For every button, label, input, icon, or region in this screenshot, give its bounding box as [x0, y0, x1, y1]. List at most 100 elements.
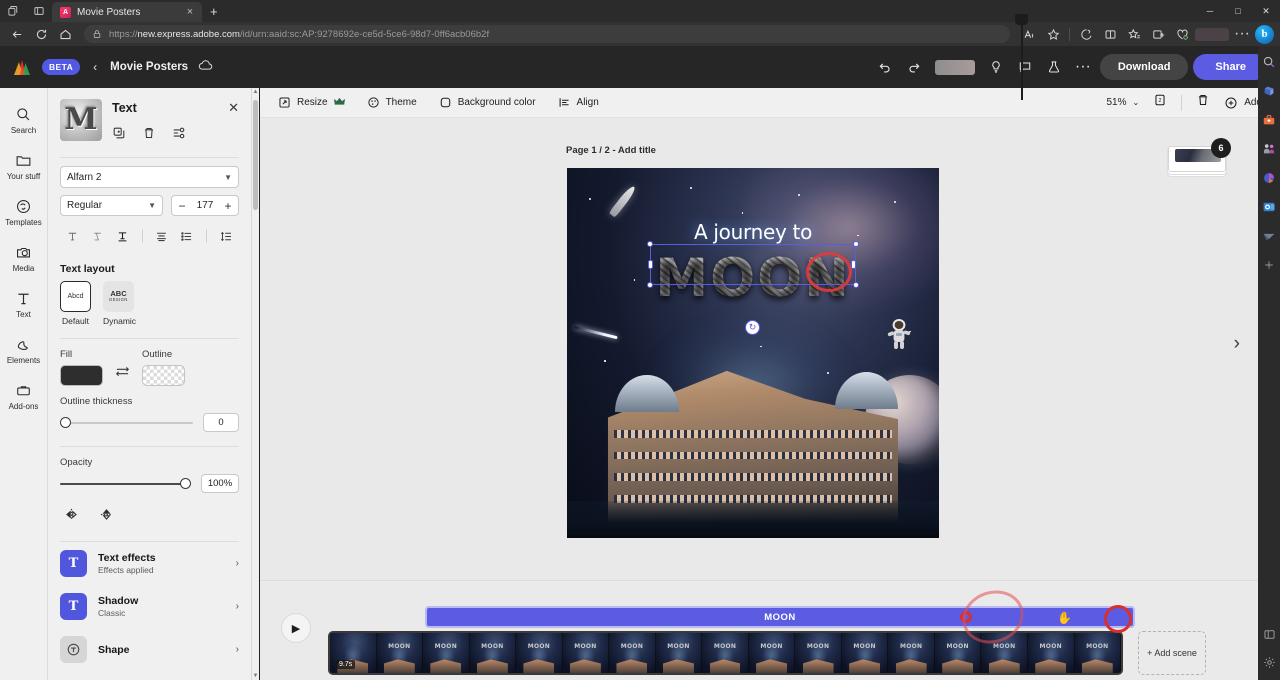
- filmstrip-frame[interactable]: MOON: [516, 633, 563, 673]
- charts-icon[interactable]: [1261, 170, 1277, 186]
- browser-essentials-icon[interactable]: [1147, 24, 1169, 44]
- new-tab-button[interactable]: +: [202, 2, 226, 22]
- font-family-select[interactable]: Alfarn 2 ▼: [60, 166, 239, 188]
- lightbulb-icon[interactable]: [984, 55, 1008, 79]
- games-icon[interactable]: [1261, 228, 1277, 244]
- play-button[interactable]: ▶: [281, 613, 311, 643]
- browser-tab[interactable]: A Movie Posters ×: [52, 2, 202, 22]
- pages-thumbnail[interactable]: 6: [1168, 138, 1228, 174]
- search-icon[interactable]: [1261, 54, 1277, 70]
- settings-more-icon[interactable]: ···: [1231, 24, 1253, 44]
- header-back-button[interactable]: ‹: [90, 60, 100, 74]
- header-more-icon[interactable]: ···: [1071, 55, 1095, 79]
- poster-subtitle[interactable]: A journey to: [567, 220, 939, 244]
- font-size-value[interactable]: 177: [197, 200, 214, 211]
- filmstrip-frame[interactable]: MOON: [423, 633, 470, 673]
- font-size-stepper[interactable]: − 177 +: [171, 195, 239, 216]
- window-close-button[interactable]: ✕: [1252, 0, 1280, 22]
- font-size-increase[interactable]: +: [223, 199, 233, 213]
- scrollbar-thumb[interactable]: [253, 100, 258, 210]
- layout-option-default[interactable]: Abcd Default: [60, 281, 91, 326]
- selection-handle-tr[interactable]: [853, 241, 859, 247]
- settings-icon[interactable]: [1261, 654, 1277, 670]
- theme-button[interactable]: Theme: [367, 96, 417, 109]
- page-title-label[interactable]: Page 1 / 2 - Add title: [566, 145, 656, 156]
- opacity-value[interactable]: 100%: [201, 474, 239, 493]
- filmstrip-frame[interactable]: MOON: [795, 633, 842, 673]
- add-icon[interactable]: [1261, 257, 1277, 273]
- selection-handle-tl[interactable]: [647, 241, 653, 247]
- resize-button[interactable]: Resize: [278, 96, 345, 109]
- filmstrip-frame[interactable]: MOON: [749, 633, 796, 673]
- sidebar-item-your-stuff[interactable]: Your stuff: [0, 144, 47, 190]
- undo-icon[interactable]: [873, 55, 897, 79]
- filmstrip-frame[interactable]: MOON: [888, 633, 935, 673]
- favorite-star-icon[interactable]: [1042, 24, 1064, 44]
- align-button[interactable]: Align: [558, 96, 599, 109]
- selection-handle-br[interactable]: [853, 282, 859, 288]
- add-page-button[interactable]: Add: [1224, 96, 1262, 110]
- filmstrip-frame[interactable]: MOON: [842, 633, 889, 673]
- people-icon[interactable]: [1261, 141, 1277, 157]
- italic-icon[interactable]: [85, 226, 110, 246]
- ungroup-icon[interactable]: [172, 126, 186, 145]
- rotate-handle[interactable]: ↻: [745, 320, 760, 335]
- filmstrip-frame[interactable]: MOON: [609, 633, 656, 673]
- filmstrip-frame[interactable]: MOON: [656, 633, 703, 673]
- properties-scrollbar[interactable]: ▲ ▼: [252, 88, 259, 680]
- share-button[interactable]: Share: [1193, 54, 1268, 80]
- tab-search-icon[interactable]: [0, 1, 26, 21]
- filmstrip-frame[interactable]: MOON: [563, 633, 610, 673]
- selection-handle-ml[interactable]: [648, 260, 653, 269]
- poster-canvas[interactable]: A journey to MOON: [567, 168, 939, 538]
- filmstrip-frame[interactable]: MOON: [377, 633, 424, 673]
- duplicate-icon[interactable]: [112, 126, 126, 145]
- timeline-clip-track[interactable]: MOON: [425, 606, 1135, 628]
- flip-vertical-icon[interactable]: [99, 507, 114, 527]
- redo-icon[interactable]: [902, 55, 926, 79]
- download-button[interactable]: Download: [1100, 54, 1189, 80]
- reload-icon[interactable]: [30, 24, 52, 44]
- filmstrip-frame[interactable]: MOON: [470, 633, 517, 673]
- align-icon[interactable]: [149, 226, 174, 246]
- add-scene-button[interactable]: + Add scene: [1138, 631, 1206, 675]
- sidebar-item-elements[interactable]: Elements: [0, 328, 47, 374]
- selection-handle-mr[interactable]: [851, 260, 856, 269]
- effect-row-shape[interactable]: Shape ›: [48, 628, 251, 671]
- sidebar-item-search[interactable]: Search: [0, 98, 47, 144]
- split-pane-icon[interactable]: [1261, 626, 1277, 642]
- sidebar-item-text[interactable]: Text: [0, 282, 47, 328]
- filmstrip-frame[interactable]: MOON: [1028, 633, 1075, 673]
- swap-colors-icon[interactable]: [115, 365, 130, 386]
- fill-color-swatch[interactable]: [60, 365, 103, 386]
- font-style-select[interactable]: Regular ▼: [60, 195, 163, 216]
- comment-icon[interactable]: [1013, 55, 1037, 79]
- sidebar-item-add-ons[interactable]: Add-ons: [0, 374, 47, 420]
- profile-pill[interactable]: [1195, 28, 1229, 41]
- adobe-express-logo-icon[interactable]: [12, 59, 32, 76]
- opacity-slider[interactable]: [60, 477, 191, 491]
- home-icon[interactable]: [54, 24, 76, 44]
- tab-actions-icon[interactable]: [26, 1, 52, 21]
- outline-thickness-value[interactable]: 0: [203, 413, 239, 432]
- delete-page-icon[interactable]: [1196, 93, 1210, 112]
- font-size-decrease[interactable]: −: [177, 199, 187, 213]
- underline-icon[interactable]: [110, 226, 135, 246]
- zoom-control[interactable]: 51% ⌄: [1106, 97, 1139, 108]
- pages-icon[interactable]: 2: [1153, 93, 1167, 112]
- flip-horizontal-icon[interactable]: [64, 507, 79, 527]
- list-icon[interactable]: [174, 226, 199, 246]
- shopping-bag-icon[interactable]: [1261, 83, 1277, 99]
- layout-option-dynamic[interactable]: ABC DESIGN Dynamic: [103, 281, 136, 326]
- delete-icon[interactable]: [142, 126, 156, 145]
- scroll-down-arrow[interactable]: ▼: [252, 673, 259, 679]
- filmstrip-frame[interactable]: MOON: [702, 633, 749, 673]
- outline-color-swatch[interactable]: [142, 365, 185, 386]
- copilot-icon[interactable]: [1075, 24, 1097, 44]
- window-maximize-button[interactable]: □: [1224, 0, 1252, 22]
- shopping-icon[interactable]: [1171, 24, 1193, 44]
- background-color-button[interactable]: Background color: [439, 96, 536, 109]
- effect-row-shadow[interactable]: T Shadow Classic ›: [48, 585, 251, 628]
- line-spacing-icon[interactable]: [214, 226, 239, 246]
- outlook-icon[interactable]: [1261, 199, 1277, 215]
